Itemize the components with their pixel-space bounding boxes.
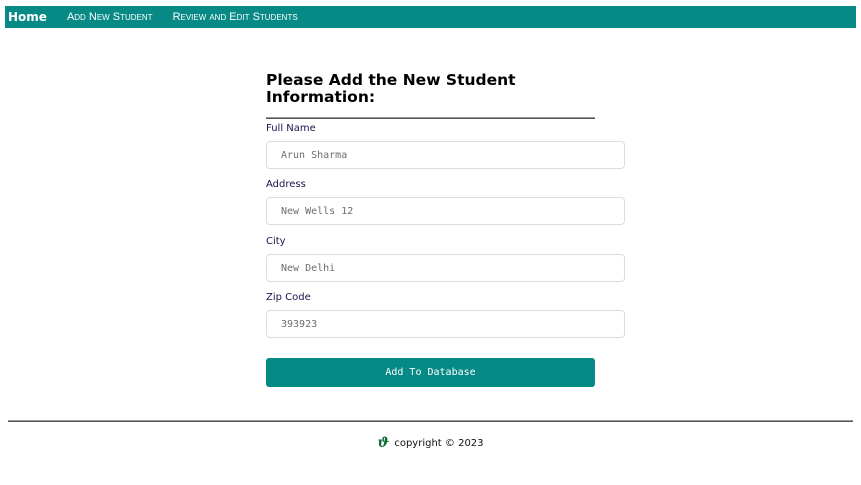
full-name-label: Full Name	[266, 123, 316, 134]
address-label: Address	[266, 179, 306, 190]
zip-code-label: Zip Code	[266, 292, 311, 303]
field-zip-code: Zip Code	[266, 292, 625, 338]
address-input[interactable]	[266, 197, 625, 225]
footer: ϑ copyright © 2023	[0, 436, 861, 450]
copyright-text: copyright © 2023	[394, 437, 484, 449]
field-address: Address	[266, 179, 625, 225]
zip-code-input[interactable]	[266, 310, 625, 338]
leaf-logo-icon: ϑ	[377, 435, 390, 451]
city-label: City	[266, 236, 286, 247]
add-to-database-button[interactable]: Add To Database	[266, 358, 595, 387]
nav-add-student-link[interactable]: Add New Student	[67, 11, 153, 23]
footer-divider	[8, 420, 853, 422]
form-title: Please Add the New Student Information:	[266, 71, 516, 106]
field-city: City	[266, 236, 625, 282]
title-divider	[266, 117, 595, 119]
navbar: Home Add New Student Review and Edit Stu…	[5, 6, 856, 28]
student-form: Please Add the New Student Information: …	[266, 72, 625, 338]
city-input[interactable]	[266, 254, 625, 282]
field-full-name: Full Name	[266, 123, 625, 169]
nav-review-students-link[interactable]: Review and Edit Students	[173, 11, 298, 23]
nav-home-link[interactable]: Home	[8, 10, 47, 24]
full-name-input[interactable]	[266, 141, 625, 169]
